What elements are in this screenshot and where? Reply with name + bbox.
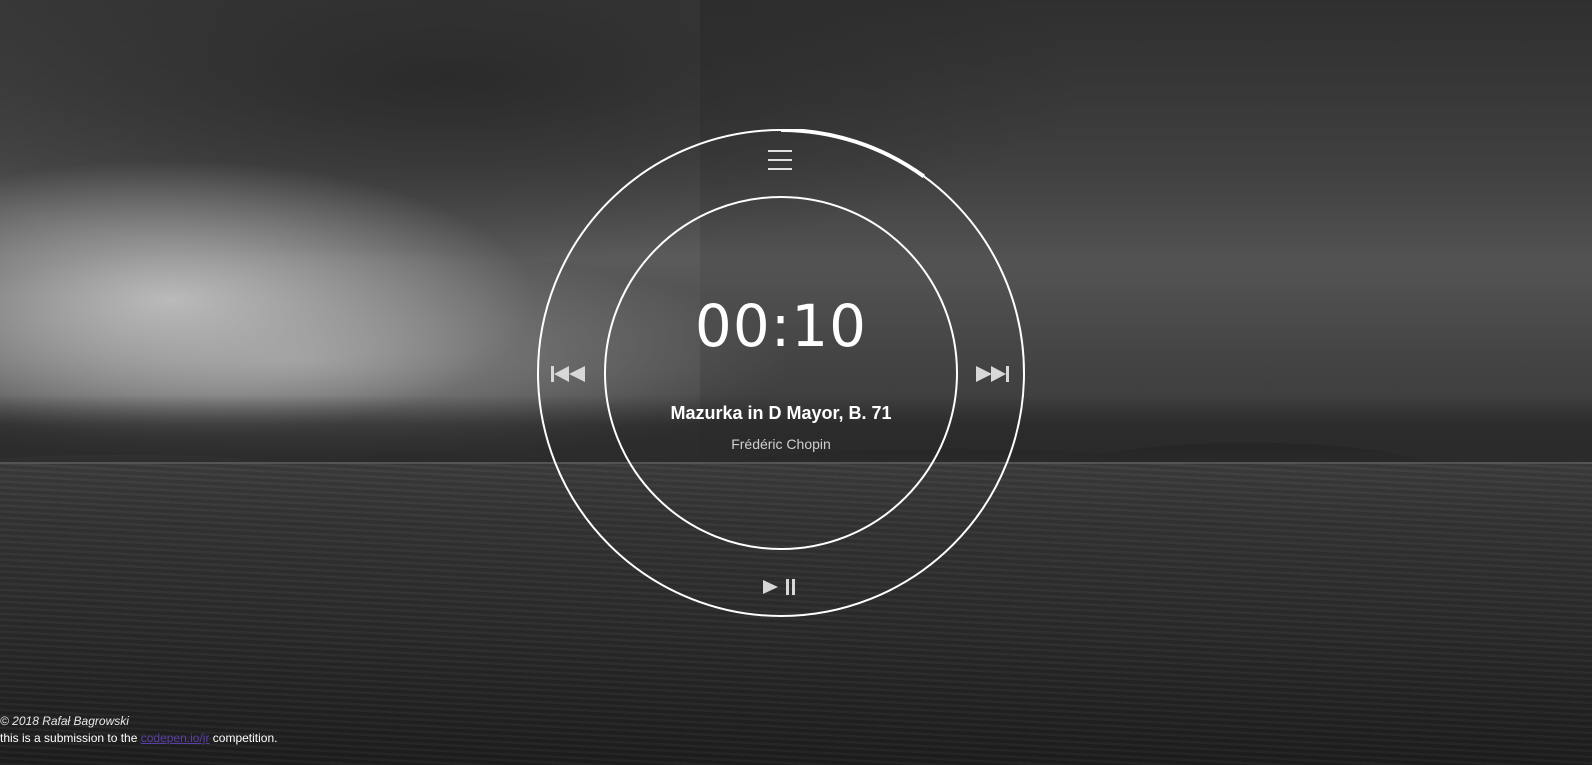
skip-next-icon[interactable] (975, 365, 1011, 383)
play-icon[interactable] (763, 580, 778, 594)
music-player: 00:10 Mazurka in D Mayor, B. 71 Frédéric… (537, 129, 1025, 617)
play-pause-button[interactable] (761, 578, 801, 596)
copyright-text: © 2018 Rafał Bagrowski (0, 714, 129, 728)
submission-note: this is a submission to the codepen.io/j… (0, 729, 278, 747)
inner-ring (604, 196, 958, 550)
track-artist: Frédéric Chopin (731, 436, 831, 452)
hamburger-menu-icon[interactable] (768, 150, 794, 174)
player-rings (537, 129, 1025, 617)
submission-prefix: this is a submission to the (0, 731, 141, 745)
page-footer: © 2018 Rafał Bagrowski this is a submiss… (0, 713, 278, 747)
skip-previous-icon[interactable] (551, 365, 587, 383)
outer-ring (537, 129, 1025, 617)
elapsed-time: 00:10 (694, 292, 868, 360)
competition-link[interactable]: codepen.io/jr (141, 731, 210, 745)
pause-icon[interactable] (786, 579, 789, 595)
submission-suffix: competition. (209, 731, 278, 745)
track-title: Mazurka in D Mayor, B. 71 (670, 403, 892, 423)
progress-arc[interactable] (780, 129, 926, 179)
